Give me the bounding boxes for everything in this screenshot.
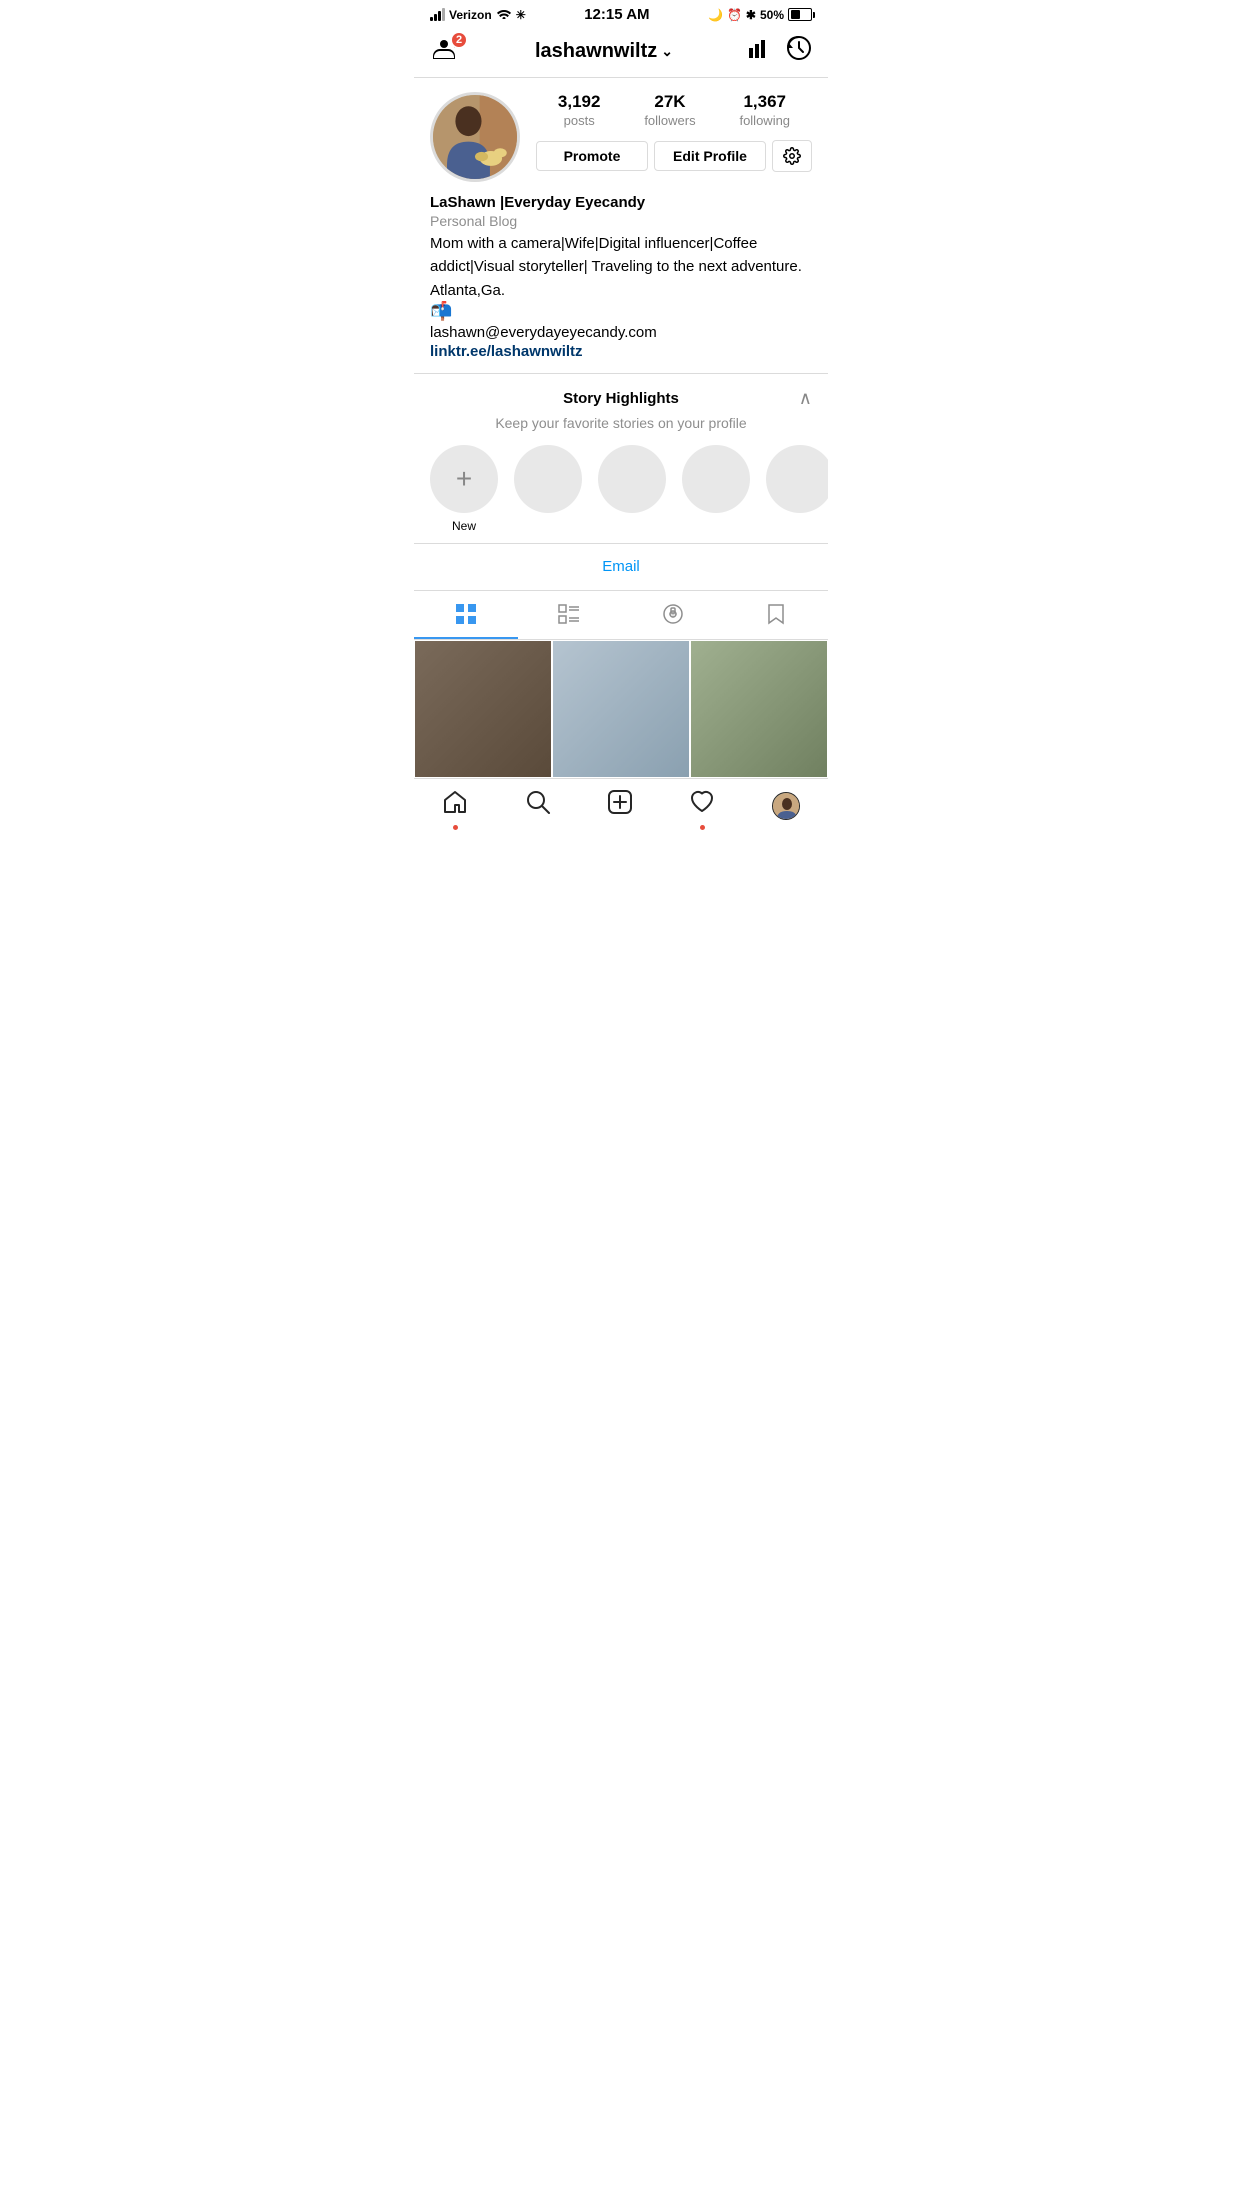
alarm-icon: ⏰ xyxy=(727,8,742,22)
highlight-circle-1[interactable] xyxy=(514,445,582,513)
profile-stats: 3,192 posts 27K followers 1,367 followin… xyxy=(536,92,812,172)
stat-followers[interactable]: 27K followers xyxy=(644,92,695,130)
status-right: 🌙 ⏰ ✱ 50% xyxy=(708,8,812,22)
bio-section: LaShawn |Everyday Eyecandy Personal Blog… xyxy=(414,194,828,373)
highlights-chevron-icon[interactable]: ∧ xyxy=(799,388,812,409)
highlight-circle-4[interactable] xyxy=(766,445,828,513)
activity-icon: ✳ xyxy=(516,8,526,22)
home-dot xyxy=(453,825,458,830)
tab-grid[interactable] xyxy=(414,591,518,639)
heart-dot xyxy=(700,825,705,830)
search-icon[interactable] xyxy=(525,789,551,822)
notification-badge: 2 xyxy=(450,31,468,49)
profile-header: 3,192 posts 27K followers 1,367 followin… xyxy=(414,78,828,194)
highlight-circle-2[interactable] xyxy=(598,445,666,513)
status-bar: Verizon ✳ 12:15 AM 🌙 ⏰ ✱ 50% xyxy=(414,0,828,27)
carrier-label: Verizon xyxy=(449,8,492,22)
add-icon[interactable] xyxy=(607,789,633,822)
tab-tagged[interactable] xyxy=(621,591,725,639)
post-thumbnail-3[interactable] xyxy=(690,640,828,778)
promote-button[interactable]: Promote xyxy=(536,141,648,171)
nav-add[interactable] xyxy=(607,789,633,822)
signal-bars-icon xyxy=(430,9,445,21)
posts-count: 3,192 xyxy=(558,92,601,112)
stat-following[interactable]: 1,367 following xyxy=(739,92,790,130)
profile-location: Atlanta,Ga. xyxy=(430,282,812,299)
nav-profile-avatar[interactable] xyxy=(772,792,800,820)
highlight-item-4[interactable] xyxy=(766,445,828,533)
profile-email: lashawn@everydayeyecandy.com xyxy=(430,324,812,341)
battery-percent: 50% xyxy=(760,8,784,22)
followers-label: followers xyxy=(644,113,695,128)
top-nav: + 2 lashawnwiltz ⌄ xyxy=(414,27,828,78)
profile-bio: Mom with a camera|Wife|Digital influence… xyxy=(430,233,812,278)
highlight-item-2[interactable] xyxy=(598,445,666,533)
analytics-icon[interactable] xyxy=(748,38,770,64)
profile-name: LaShawn |Everyday Eyecandy xyxy=(430,194,812,211)
nav-profile[interactable] xyxy=(772,792,800,820)
status-left: Verizon ✳ xyxy=(430,7,526,22)
post-thumbnail-1[interactable] xyxy=(414,640,552,778)
highlight-item-3[interactable] xyxy=(682,445,750,533)
status-time: 12:15 AM xyxy=(584,6,649,23)
highlight-circle-3[interactable] xyxy=(682,445,750,513)
following-label: following xyxy=(739,113,790,128)
post-thumbnail-2[interactable] xyxy=(552,640,690,778)
profile-buttons: Promote Edit Profile xyxy=(536,140,812,172)
chevron-down-icon: ⌄ xyxy=(661,43,673,60)
following-count: 1,367 xyxy=(739,92,790,112)
highlights-subtitle: Keep your favorite stories on your profi… xyxy=(414,415,828,431)
nav-home[interactable] xyxy=(442,789,468,822)
heart-icon[interactable] xyxy=(689,789,715,822)
profile-avatar[interactable] xyxy=(430,92,520,182)
highlight-new-label: New xyxy=(452,519,476,533)
add-user-container[interactable]: + 2 xyxy=(430,37,460,65)
wifi-icon xyxy=(496,7,512,22)
tab-list[interactable] xyxy=(518,591,622,639)
moon-icon: 🌙 xyxy=(708,8,723,22)
email-contact-button[interactable]: Email xyxy=(602,558,640,575)
highlights-row: + New xyxy=(414,445,828,533)
stat-posts[interactable]: 3,192 posts xyxy=(558,92,601,130)
contact-section: Email xyxy=(414,543,828,590)
nav-right-icons xyxy=(748,35,812,67)
content-tabs xyxy=(414,590,828,640)
username-button[interactable]: lashawnwiltz ⌄ xyxy=(535,40,673,63)
highlight-new[interactable]: + New xyxy=(430,445,498,533)
tab-bookmarks[interactable] xyxy=(725,591,829,639)
mailbox-emoji: 📬 xyxy=(430,301,812,322)
home-icon[interactable] xyxy=(442,789,468,822)
highlight-new-circle[interactable]: + xyxy=(430,445,498,513)
post-grid xyxy=(414,640,828,778)
username-label: lashawnwiltz xyxy=(535,40,657,63)
highlights-header: Story Highlights ∧ xyxy=(414,388,828,415)
highlights-section: Story Highlights ∧ Keep your favorite st… xyxy=(414,374,828,543)
profile-category: Personal Blog xyxy=(430,213,812,229)
posts-label: posts xyxy=(564,113,595,128)
nav-heart[interactable] xyxy=(689,789,715,822)
nav-search[interactable] xyxy=(525,789,551,822)
profile-link[interactable]: linktr.ee/lashawnwiltz xyxy=(430,343,583,360)
bottom-nav xyxy=(414,778,828,846)
battery-icon xyxy=(788,8,812,21)
stats-row: 3,192 posts 27K followers 1,367 followin… xyxy=(536,92,812,130)
settings-button[interactable] xyxy=(772,140,812,172)
history-icon[interactable] xyxy=(786,35,812,67)
followers-count: 27K xyxy=(644,92,695,112)
highlight-item-1[interactable] xyxy=(514,445,582,533)
edit-profile-button[interactable]: Edit Profile xyxy=(654,141,766,171)
highlights-title: Story Highlights xyxy=(557,390,684,407)
bluetooth-icon: ✱ xyxy=(746,8,756,22)
